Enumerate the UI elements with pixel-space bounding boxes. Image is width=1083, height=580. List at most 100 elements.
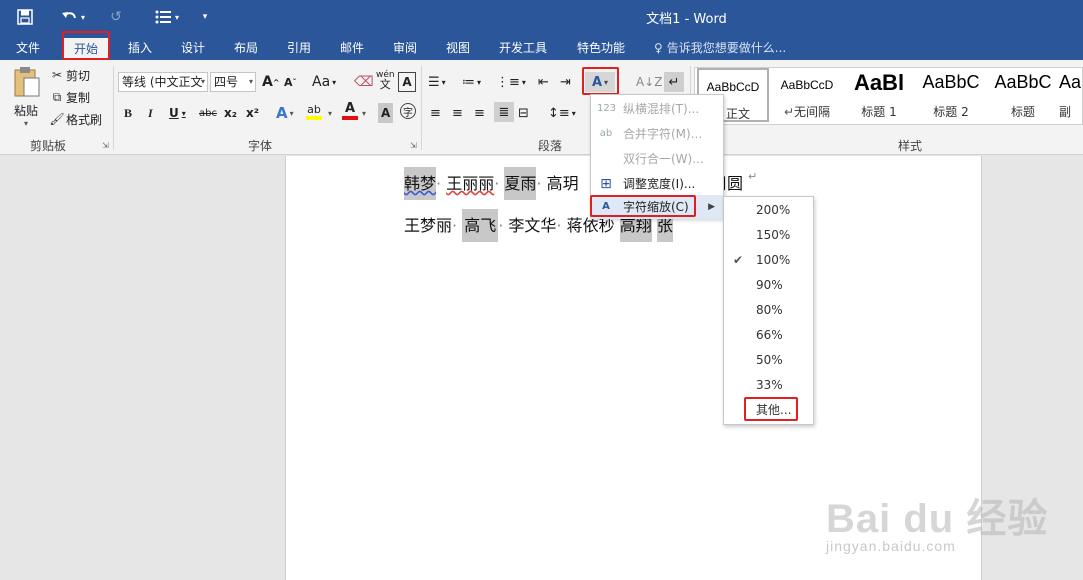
line-spacing-icon[interactable]: ↕≡ ▾	[548, 103, 576, 123]
scale-label: 其他...	[756, 403, 792, 417]
strikethrough-button[interactable]: abc	[199, 103, 217, 123]
tab-view[interactable]: 视图	[438, 37, 478, 59]
numbering-icon[interactable]: ≔ ▾	[462, 72, 481, 92]
menu-item-fit-text[interactable]: ⊞ 调整宽度(I)...	[591, 172, 723, 196]
asian-layout-icon[interactable]: A ▾	[585, 72, 615, 92]
character-border-icon[interactable]: A	[398, 72, 416, 92]
scale-option[interactable]: 200%	[724, 198, 813, 223]
scale-option[interactable]: 66%	[724, 323, 813, 348]
highlight-color-icon[interactable]: ab	[306, 103, 322, 123]
style-sample: AaBbCcD	[780, 78, 834, 92]
enclose-characters-icon[interactable]: 字	[400, 103, 416, 119]
scale-label: 50%	[756, 353, 783, 367]
grow-font-button[interactable]: A ^	[262, 72, 280, 92]
highlight-dropdown-icon[interactable]: ▾	[328, 103, 332, 123]
style-title[interactable]: AaBbC 标题	[987, 68, 1059, 124]
font-dialog-launcher-icon[interactable]: ⇲	[410, 141, 417, 150]
copy-icon: ⧉	[52, 89, 62, 104]
scale-option[interactable]: 33%	[724, 373, 813, 398]
font-group-label: 字体	[247, 139, 272, 153]
superscript-button[interactable]: x²	[246, 103, 259, 123]
doc-word: 韩梦	[404, 167, 437, 200]
tab-design[interactable]: 设计	[173, 37, 213, 59]
doc-word: 夏雨	[504, 167, 537, 200]
distributed-icon[interactable]: ⊟	[518, 103, 529, 123]
tab-special-features[interactable]: 特色功能	[570, 37, 632, 59]
tell-me-search[interactable]: ♀ 告诉我您想要做什么...	[654, 37, 786, 59]
asian-layout-menu: 123 纵横混排(T)... ab 合并字符(M)... 双行合一(W)... ⊞ 调…	[590, 94, 724, 219]
change-case-button[interactable]: Aa ▾	[312, 72, 336, 92]
cut-button[interactable]: ✂ 剪切	[48, 65, 90, 85]
scale-option[interactable]: 50%	[724, 348, 813, 373]
scale-label: 80%	[756, 303, 783, 317]
bold-button[interactable]: B	[124, 103, 132, 123]
menu-item-label: 双行合一(W)...	[623, 152, 704, 166]
copy-button[interactable]: ⧉ 复制	[48, 87, 90, 107]
menu-item-character-scaling[interactable]: A 字符缩放(C) ▶	[591, 195, 723, 219]
decrease-indent-icon[interactable]: ⇤	[538, 72, 549, 92]
align-right-icon[interactable]: ≡	[474, 103, 485, 123]
menu-item-combine-horizontal[interactable]: 123 纵横混排(T)...	[591, 97, 723, 121]
subscript-label: x₂	[224, 106, 237, 120]
justify-icon[interactable]: ≣	[494, 102, 514, 122]
menu-item-label: 纵横混排(T)...	[623, 102, 700, 116]
chevron-down-icon: ▾	[248, 77, 253, 86]
character-scaling-submenu: 200% 150% ✔ 100% 90% 80% 66% 50% 33% 其他..…	[723, 196, 814, 425]
tab-insert[interactable]: 插入	[120, 37, 160, 59]
align-left-icon[interactable]: ≡	[430, 103, 441, 123]
watermark-main: Bai du 经验	[826, 497, 1049, 541]
scale-option[interactable]: 150%	[724, 223, 813, 248]
show-marks-icon[interactable]: ↵	[664, 72, 684, 92]
increase-indent-icon[interactable]: ⇥	[560, 72, 571, 92]
italic-button[interactable]: I	[148, 103, 153, 123]
bullets-icon[interactable]: ☰ ▾	[428, 72, 446, 92]
paste-button[interactable]: 粘贴 ▾	[8, 66, 44, 132]
clear-formatting-icon[interactable]: ⌫	[354, 72, 374, 92]
style-sample: Aa	[1059, 72, 1082, 92]
doc-word: 王梦丽	[404, 216, 453, 235]
underline-button[interactable]: U ▾	[169, 103, 186, 123]
styles-gallery[interactable]: AaBbCcD ↵正文 AaBbCcD ↵无间隔 AaBl 标题 1 AaBbC…	[694, 67, 1083, 125]
align-center-icon[interactable]: ≡	[452, 103, 463, 123]
scale-option[interactable]: 90%	[724, 273, 813, 298]
style-subtitle[interactable]: Aa 副	[1059, 68, 1083, 124]
phonetic-guide-icon[interactable]: wén 文	[376, 70, 395, 90]
style-heading-1[interactable]: AaBl 标题 1	[843, 68, 915, 124]
tab-developer[interactable]: 开发工具	[492, 37, 554, 59]
font-color-dropdown-icon[interactable]: ▾	[362, 103, 366, 123]
font-name-select[interactable]: 等线 (中文正文 ▾	[118, 72, 208, 92]
style-sample: AaBbC	[922, 72, 980, 92]
lightbulb-icon: ♀	[654, 41, 663, 55]
multilevel-list-icon[interactable]: ⋮≡ ▾	[496, 72, 526, 92]
tab-references[interactable]: 引用	[279, 37, 319, 59]
style-heading-2[interactable]: AaBbC 标题 2	[915, 68, 987, 124]
scale-option[interactable]: ✔ 100%	[724, 248, 813, 273]
paste-label: 粘贴	[13, 104, 38, 118]
menu-item-combine-characters[interactable]: ab 合并字符(M)...	[591, 122, 723, 146]
subscript-button[interactable]: x₂	[224, 103, 237, 123]
style-no-spacing[interactable]: AaBbCcD ↵无间隔	[771, 68, 843, 124]
scissors-icon: ✂	[51, 68, 63, 82]
tab-layout[interactable]: 布局	[226, 37, 266, 59]
scale-option[interactable]: 80%	[724, 298, 813, 323]
sort-icon[interactable]: A↓Z	[636, 72, 662, 92]
styles-group-label: 样式	[897, 139, 922, 153]
shrink-font-button[interactable]: Aˇ	[284, 72, 297, 92]
tab-file[interactable]: 文件	[8, 37, 48, 59]
scale-label: 200%	[756, 203, 791, 217]
superscript-label: x²	[246, 106, 259, 120]
tab-mailings[interactable]: 邮件	[332, 37, 372, 59]
tab-review[interactable]: 审阅	[385, 37, 425, 59]
document-title: 文档1 - Word	[646, 12, 727, 27]
clipboard-dialog-launcher-icon[interactable]: ⇲	[102, 141, 109, 150]
submenu-arrow-icon: ▶	[708, 202, 715, 212]
copy-label: 复制	[66, 90, 91, 105]
shading-icon[interactable]: A	[378, 103, 394, 123]
format-painter-button[interactable]: 🖌 格式刷	[48, 109, 102, 129]
text-effects-icon[interactable]: A ▾	[276, 103, 294, 123]
menu-item-two-lines-in-one[interactable]: 双行合一(W)...	[591, 147, 723, 171]
font-color-icon[interactable]: A	[342, 101, 358, 121]
font-size-select[interactable]: 四号 ▾	[210, 72, 256, 92]
tab-home[interactable]: 开始	[64, 38, 108, 60]
scale-option-more[interactable]: 其他...	[724, 398, 813, 423]
